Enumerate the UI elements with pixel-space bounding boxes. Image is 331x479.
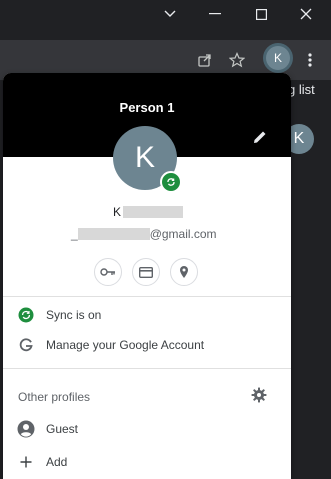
email-domain: @gmail.com [149, 227, 217, 241]
passwords-button[interactable] [94, 258, 122, 286]
close-button[interactable] [291, 4, 321, 24]
manage-account-label: Manage your Google Account [46, 338, 205, 352]
redacted-name [123, 206, 184, 218]
edit-profile-button[interactable] [251, 128, 269, 146]
star-icon [229, 52, 245, 68]
reading-list-label[interactable]: g list [288, 82, 315, 97]
gear-icon [251, 387, 267, 403]
background-avatar-initial: K [293, 130, 305, 147]
guest-profile-row[interactable]: Guest [3, 415, 291, 443]
guest-avatar-icon [17, 420, 35, 438]
credit-card-icon [139, 266, 153, 278]
sync-status-icon [17, 306, 35, 324]
manage-profiles-button[interactable] [251, 387, 269, 405]
divider [3, 368, 291, 369]
google-g-icon [17, 336, 35, 354]
location-pin-icon [180, 266, 188, 278]
profile-menu: Person 1 K K _ @gmail.com Sync is on Man… [3, 73, 291, 479]
guest-label: Guest [46, 422, 79, 436]
chrome-menu-button[interactable] [299, 49, 321, 71]
payment-methods-button[interactable] [132, 258, 160, 286]
add-label: Add [46, 455, 68, 469]
manage-account-row[interactable]: Manage your Google Account [3, 331, 291, 359]
sync-badge [160, 171, 182, 193]
profile-avatar-letter: K [134, 141, 155, 174]
title-bar [0, 0, 331, 40]
minimize-button[interactable] [200, 4, 230, 24]
maximize-icon [255, 8, 267, 20]
divider [3, 296, 291, 297]
profile-title: Person 1 [119, 100, 175, 115]
account-name-visible: K [113, 205, 122, 219]
addresses-button[interactable] [170, 258, 198, 286]
other-profiles-heading: Other profiles [18, 390, 91, 404]
sync-icon [167, 178, 175, 186]
sync-row[interactable]: Sync is on [3, 301, 291, 329]
more-vert-icon [308, 53, 312, 67]
email-prefix: _ [71, 227, 78, 241]
share-button[interactable] [194, 49, 216, 71]
sync-label: Sync is on [46, 308, 102, 322]
account-email: _ @gmail.com [71, 227, 217, 241]
maximize-button[interactable] [246, 4, 276, 24]
pencil-icon [254, 131, 266, 143]
redacted-email [77, 228, 150, 240]
plus-icon [17, 453, 35, 471]
chevron-down-icon [164, 10, 176, 17]
profile-avatar-button[interactable]: K [266, 46, 290, 70]
profile-avatar-initial: K [273, 51, 282, 65]
account-name: K [113, 205, 184, 219]
bookmark-star-button[interactable] [226, 49, 248, 71]
key-icon [100, 268, 115, 276]
minimize-icon [209, 13, 221, 15]
share-icon [198, 54, 211, 67]
tab-search-button[interactable] [155, 4, 185, 24]
add-profile-row[interactable]: Add [3, 448, 291, 476]
close-icon [300, 8, 312, 20]
